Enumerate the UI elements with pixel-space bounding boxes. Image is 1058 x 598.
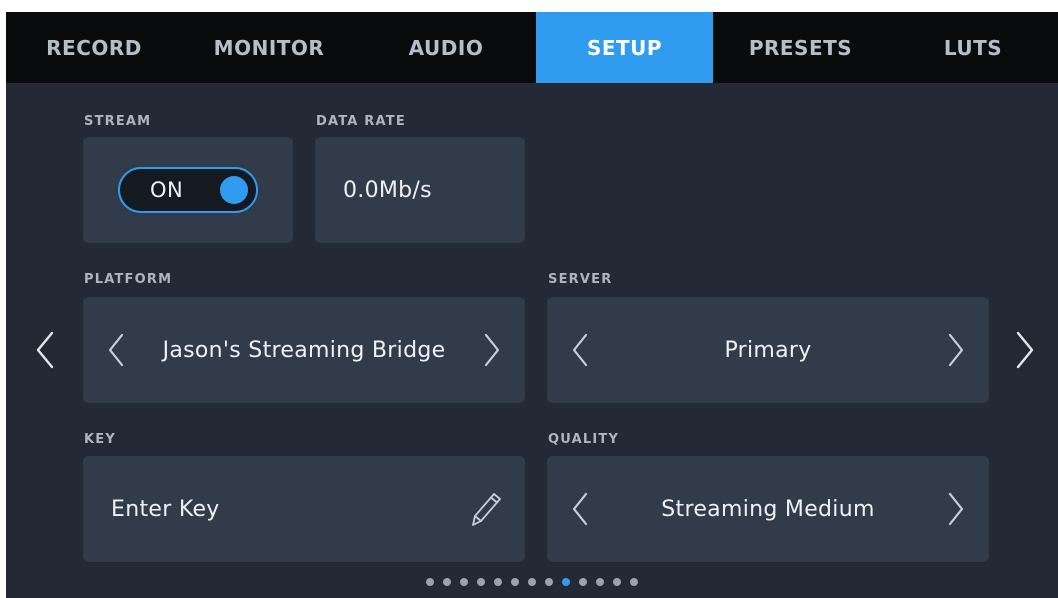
page-dot[interactable] (426, 578, 434, 586)
chevron-left-icon (572, 333, 588, 367)
page-dot-current[interactable] (562, 578, 570, 586)
stream-label: STREAM (84, 114, 152, 129)
key-input[interactable]: Enter Key (83, 456, 525, 562)
server-selector: Primary (547, 297, 989, 403)
page-dot[interactable] (613, 578, 621, 586)
page-indicator (6, 578, 1058, 590)
quality-selector: Streaming Medium (547, 456, 989, 562)
quality-next-button[interactable] (943, 489, 969, 529)
data-rate-label: DATA RATE (316, 114, 406, 129)
tab-record[interactable]: RECORD (6, 12, 182, 83)
key-placeholder: Enter Key (111, 496, 220, 522)
tab-setup[interactable]: SETUP (536, 12, 713, 83)
tab-luts[interactable]: LUTS (888, 12, 1058, 83)
server-value: Primary (724, 337, 812, 363)
chevron-left-icon (572, 492, 588, 526)
page-dot[interactable] (494, 578, 502, 586)
tab-presets[interactable]: PRESETS (713, 12, 888, 83)
server-prev-button[interactable] (567, 330, 593, 370)
platform-label: PLATFORM (84, 272, 173, 287)
page-dot[interactable] (511, 578, 519, 586)
page-dot[interactable] (477, 578, 485, 586)
previous-page-button[interactable] (30, 328, 60, 372)
page-dot[interactable] (528, 578, 536, 586)
chevron-right-icon (484, 333, 500, 367)
pencil-icon (472, 493, 501, 526)
toggle-knob (220, 176, 248, 204)
stream-card: ON (83, 137, 293, 243)
platform-next-button[interactable] (479, 330, 505, 370)
chevron-right-icon (1016, 331, 1034, 369)
chevron-right-icon (948, 492, 964, 526)
chevron-right-icon (948, 333, 964, 367)
page-dot[interactable] (596, 578, 604, 586)
quality-prev-button[interactable] (567, 489, 593, 529)
page-dot[interactable] (579, 578, 587, 586)
server-label: SERVER (548, 272, 613, 287)
data-rate-value: 0.0Mb/s (343, 177, 432, 203)
quality-label: QUALITY (548, 432, 620, 447)
data-rate-card: 0.0Mb/s (315, 137, 525, 243)
page-dot[interactable] (443, 578, 451, 586)
stream-toggle[interactable]: ON (118, 167, 258, 213)
platform-prev-button[interactable] (103, 330, 129, 370)
quality-value: Streaming Medium (661, 496, 875, 522)
stream-toggle-state: ON (150, 178, 184, 202)
tab-audio[interactable]: AUDIO (356, 12, 536, 83)
platform-value: Jason's Streaming Bridge (162, 337, 446, 363)
page-dot[interactable] (630, 578, 638, 586)
camera-setup-screen: RECORD MONITOR AUDIO SETUP PRESETS LUTS … (6, 12, 1058, 598)
chevron-left-icon (108, 333, 124, 367)
tab-bar: RECORD MONITOR AUDIO SETUP PRESETS LUTS (6, 12, 1058, 83)
server-next-button[interactable] (943, 330, 969, 370)
tab-monitor[interactable]: MONITOR (182, 12, 356, 83)
chevron-left-icon (36, 331, 54, 369)
key-label: KEY (84, 432, 116, 447)
edit-key-button[interactable] (465, 489, 505, 529)
page-dot[interactable] (460, 578, 468, 586)
page-dot[interactable] (545, 578, 553, 586)
platform-selector: Jason's Streaming Bridge (83, 297, 525, 403)
next-page-button[interactable] (1010, 328, 1040, 372)
